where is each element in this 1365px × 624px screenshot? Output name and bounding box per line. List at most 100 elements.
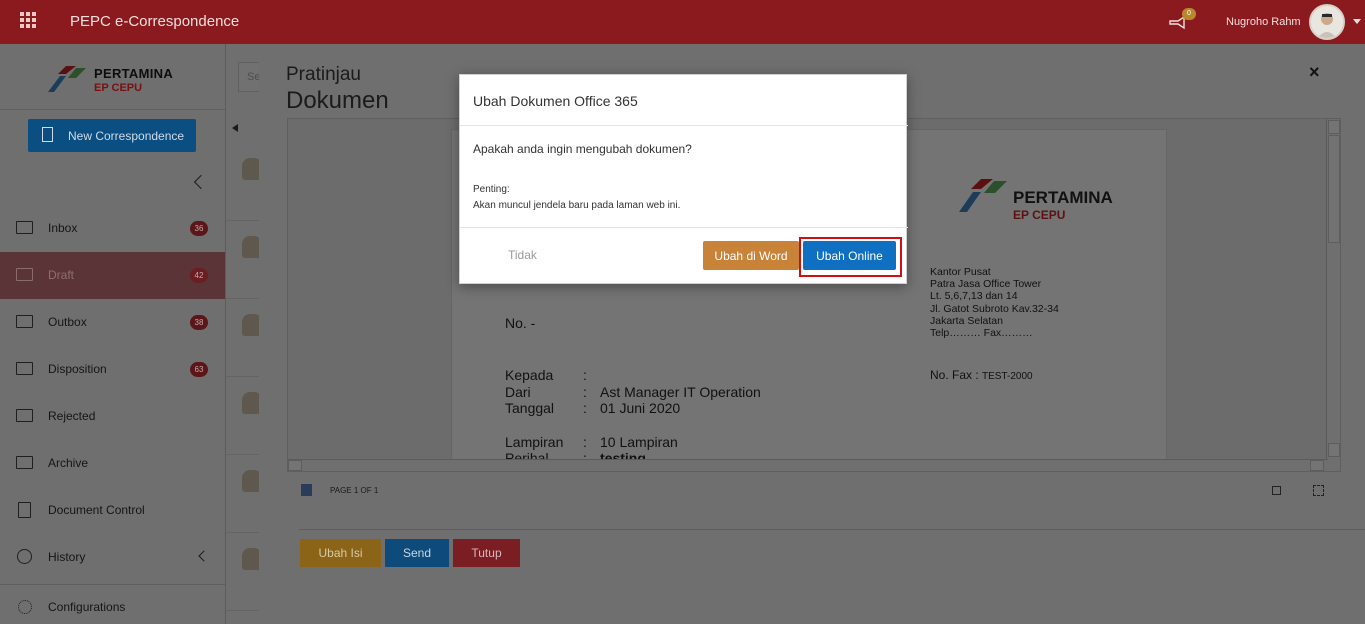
inbox-icon xyxy=(16,221,33,234)
fullscreen-icon[interactable] xyxy=(1313,485,1324,496)
pertamina-logo-mark xyxy=(48,66,86,92)
sidebar-item-configurations[interactable]: Configurations xyxy=(0,584,225,624)
scroll-up-icon[interactable] xyxy=(1328,120,1340,134)
dialog-note-label: Penting: xyxy=(473,184,510,195)
fax-value: TEST-2000 xyxy=(982,371,1033,382)
disposition-icon xyxy=(16,362,33,375)
field-key: Tanggal xyxy=(505,400,555,416)
address-line: Telp……… Fax……… xyxy=(930,327,1033,340)
dialog-note-message: Akan muncul jendela baru pada laman web … xyxy=(473,200,681,211)
user-name[interactable]: Nugroho Rahm xyxy=(1226,16,1301,28)
field-value: Ast Manager IT Operation xyxy=(600,383,761,400)
app-title: PEPC e-Correspondence xyxy=(70,13,240,30)
scroll-left-icon[interactable] xyxy=(288,460,302,471)
sidebar-item-document-control[interactable]: Document Control xyxy=(0,487,225,534)
user-menu-caret-icon[interactable] xyxy=(1353,19,1361,24)
document-logo-sub: EP CEPU xyxy=(1013,208,1066,222)
field-key: Dari xyxy=(505,383,531,400)
dialog-header: Ubah Dokumen Office 365 xyxy=(460,75,908,126)
field-colon: : xyxy=(583,383,587,400)
page-title: Pratinjau xyxy=(286,64,361,85)
vertical-scrollbar[interactable] xyxy=(1326,119,1340,471)
sidebar-item-label: Inbox xyxy=(48,221,78,235)
back-arrow-icon[interactable] xyxy=(232,124,238,132)
logo-brand: PERTAMINA xyxy=(94,66,174,81)
address-line: Jakarta Selatan xyxy=(930,314,1003,327)
cancel-button[interactable]: Tidak xyxy=(508,248,537,262)
gear-icon xyxy=(18,600,32,614)
field-value: 10 Lampiran xyxy=(600,433,678,450)
rejected-icon xyxy=(16,409,33,422)
horizontal-scrollbar[interactable] xyxy=(288,459,1328,471)
sidebar-item-archive[interactable]: Archive xyxy=(0,440,225,487)
view-mode-icon[interactable] xyxy=(1272,486,1281,495)
fax-label: No. Fax : xyxy=(930,368,983,382)
edit-in-word-button[interactable]: Ubah di Word xyxy=(703,241,799,270)
archive-icon xyxy=(16,456,33,469)
sidebar-item-label: Configurations xyxy=(48,600,126,614)
field-value: 01 Juni 2020 xyxy=(600,400,681,416)
page-title-line2: Dokumen xyxy=(286,87,389,114)
sidebar: PERTAMINA EP CEPU New Correspondence Inb… xyxy=(0,44,225,624)
field-colon: : xyxy=(583,367,587,383)
notification-button[interactable]: 0 xyxy=(1168,8,1198,34)
send-button[interactable]: Send xyxy=(385,539,449,567)
count-badge: 42 xyxy=(190,268,208,283)
scroll-down-icon[interactable] xyxy=(1328,443,1340,457)
history-icon xyxy=(17,549,32,564)
scroll-right-icon[interactable] xyxy=(1310,460,1324,471)
count-badge: 36 xyxy=(190,221,208,236)
count-badge: 38 xyxy=(190,315,208,330)
sidebar-item-label: Rejected xyxy=(48,409,96,423)
address-line: Kantor Pusat xyxy=(930,266,991,278)
sidebar-item-inbox[interactable]: Inbox 36 xyxy=(0,205,225,252)
sidebar-item-draft[interactable]: Draft 42 xyxy=(0,252,225,299)
viewer-status-bar: PAGE 1 OF 1 xyxy=(287,480,1341,500)
top-bar: PEPC e-Correspondence 0 Nugroho Rahm xyxy=(0,0,1365,44)
ubah-isi-button[interactable]: Ubah Isi xyxy=(300,539,381,567)
sidebar-item-label: Draft xyxy=(48,268,75,282)
expand-chevron-icon[interactable] xyxy=(198,550,210,562)
document-control-icon xyxy=(18,502,31,518)
draft-icon xyxy=(16,268,33,281)
document-number: No. - xyxy=(505,315,536,331)
new-document-icon xyxy=(42,127,53,142)
sidebar-item-label: Outbox xyxy=(48,315,87,329)
field-key: Kepada xyxy=(505,367,554,383)
dialog-question: Apakah anda ingin mengubah dokumen? xyxy=(473,142,692,156)
new-correspondence-button[interactable]: New Correspondence xyxy=(28,119,196,152)
sidebar-item-label: Document Control xyxy=(48,503,145,517)
user-avatar[interactable] xyxy=(1309,4,1345,40)
field-colon: : xyxy=(583,433,587,450)
divider xyxy=(460,227,908,228)
address-line: Patra Jasa Office Tower xyxy=(930,278,1042,291)
scrollbar-thumb[interactable] xyxy=(1328,135,1340,243)
field-colon: : xyxy=(583,400,587,416)
sidebar-item-rejected[interactable]: Rejected xyxy=(0,393,225,440)
edit-online-button[interactable]: Ubah Online xyxy=(803,241,896,270)
sidebar-item-disposition[interactable]: Disposition 63 xyxy=(0,346,225,393)
page-indicator: PAGE 1 OF 1 xyxy=(330,486,379,495)
new-correspondence-label: New Correspondence xyxy=(68,128,185,143)
sidebar-item-outbox[interactable]: Outbox 38 xyxy=(0,299,225,346)
field-key: Lampiran xyxy=(505,433,564,450)
logo-sub: EP CEPU xyxy=(94,82,143,94)
company-address: Kantor Pusat Patra Jasa Office Tower Lt.… xyxy=(930,266,1059,339)
address-line: Lt. 5,6,7,13 dan 14 xyxy=(930,290,1018,303)
fax-number: No. Fax : TEST-2000 xyxy=(930,368,1033,382)
document-logo-brand: PERTAMINA xyxy=(1013,188,1113,207)
sidebar-item-label: Disposition xyxy=(48,362,107,376)
divider xyxy=(299,529,1365,530)
sidebar-item-label: History xyxy=(48,550,86,564)
close-icon[interactable]: × xyxy=(1309,62,1320,83)
outbox-icon xyxy=(16,315,33,328)
notification-badge: 0 xyxy=(1182,8,1196,20)
collapse-sidebar-icon[interactable] xyxy=(193,174,209,190)
sidebar-item-history[interactable]: History xyxy=(0,534,225,581)
address-line: Jl. Gatot Subroto Kav.32-34 xyxy=(930,302,1059,315)
tutup-button[interactable]: Tutup xyxy=(453,539,520,567)
count-badge: 63 xyxy=(190,362,208,377)
app-grid-icon[interactable] xyxy=(20,12,36,28)
dialog-title: Ubah Dokumen Office 365 xyxy=(473,93,638,109)
pertamina-logo-mark xyxy=(959,179,1007,212)
